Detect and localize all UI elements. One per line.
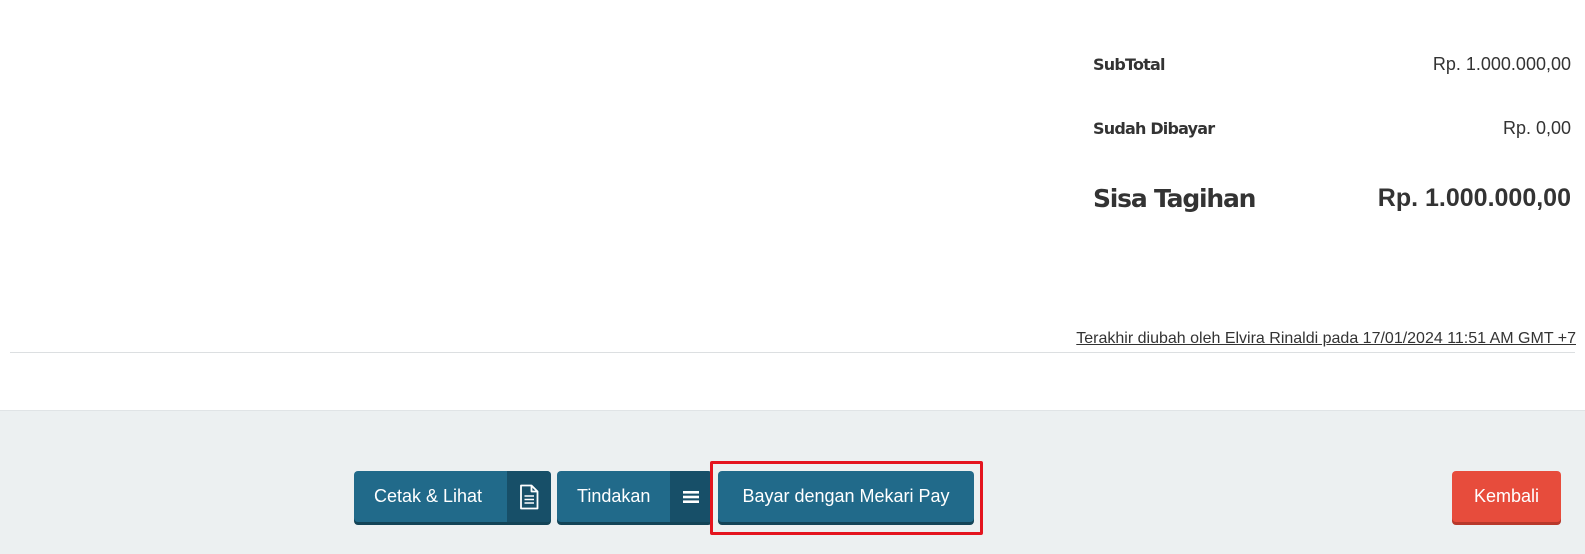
subtotal-value: Rp. 1.000.000,00: [1432, 53, 1571, 74]
divider: [10, 352, 1575, 353]
print-view-label: Cetak & Lihat: [374, 486, 483, 506]
print-view-button[interactable]: Cetak & Lihat: [354, 471, 551, 522]
menu-icon: [670, 471, 712, 522]
document-icon: [507, 471, 551, 522]
paid-row: Sudah Dibayar Rp. 0,00: [1093, 114, 1571, 142]
back-button[interactable]: Kembali: [1452, 471, 1561, 522]
remaining-balance-label: Sisa Tagihan: [1093, 183, 1256, 213]
paid-label: Sudah Dibayar: [1093, 118, 1215, 138]
subtotal-row: SubTotal Rp. 1.000.000,00: [1093, 50, 1571, 78]
actions-button[interactable]: Tindakan: [557, 471, 712, 522]
paid-value: Rp. 0,00: [1502, 117, 1571, 138]
remaining-balance-row: Sisa Tagihan Rp. 1.000.000,00: [1093, 178, 1571, 218]
subtotal-label: SubTotal: [1093, 54, 1165, 74]
back-label: Kembali: [1473, 486, 1540, 506]
pay-with-mekari-pay-label: Bayar dengan Mekari Pay: [742, 486, 950, 506]
actions-label: Tindakan: [577, 486, 651, 506]
pay-with-mekari-pay-button[interactable]: Bayar dengan Mekari Pay: [718, 471, 974, 522]
last-modified-link[interactable]: Terakhir diubah oleh Elvira Rinaldi pada…: [1076, 330, 1576, 348]
remaining-balance-value: Rp. 1.000.000,00: [1377, 183, 1571, 212]
